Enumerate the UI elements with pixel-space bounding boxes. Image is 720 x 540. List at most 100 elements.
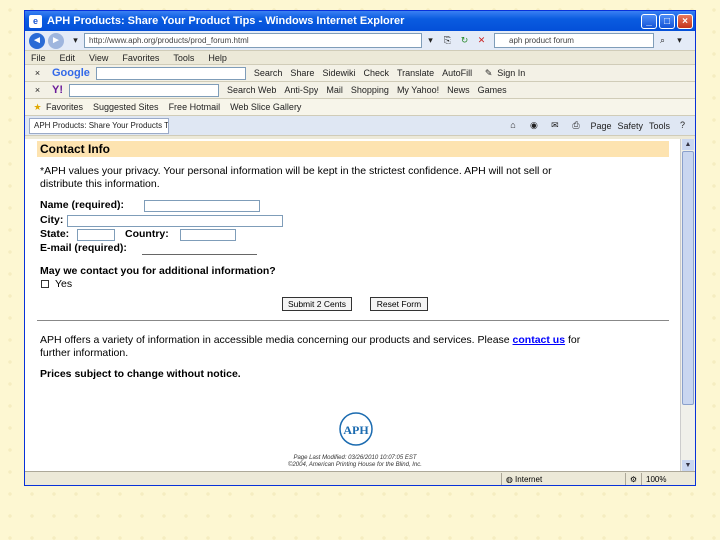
info-text-1-main: APH offers a variety of information in a… bbox=[40, 334, 510, 346]
page-menu[interactable]: Page bbox=[590, 121, 611, 131]
home-icon[interactable]: ⌂ bbox=[506, 119, 519, 132]
google-logo: Google bbox=[52, 67, 90, 79]
privacy-text-1: *APH values your privacy. Your personal … bbox=[40, 165, 552, 177]
print-icon[interactable]: ⎙ bbox=[569, 119, 582, 132]
yahoo-antispy-button[interactable]: Anti-Spy bbox=[284, 85, 318, 95]
yahoo-news-button[interactable]: News bbox=[447, 85, 470, 95]
mail-icon[interactable]: ✉ bbox=[548, 119, 561, 132]
logo-text: APH bbox=[343, 423, 369, 437]
name-field[interactable] bbox=[144, 200, 260, 212]
free-hotmail-link[interactable]: Free Hotmail bbox=[169, 102, 221, 112]
name-label: Name (required): bbox=[40, 199, 125, 211]
google-autofill-button[interactable]: AutoFill bbox=[442, 68, 472, 78]
dropdown-arrow-icon[interactable]: ▾ bbox=[69, 34, 82, 47]
menu-bar: File Edit View Favorites Tools Help bbox=[25, 51, 695, 65]
google-check-button[interactable]: Check bbox=[363, 68, 389, 78]
help-icon[interactable]: ? bbox=[676, 119, 689, 132]
globe-icon: ◍ bbox=[505, 474, 513, 484]
info-text-1: APH offers a variety of information in a… bbox=[40, 334, 580, 347]
google-search-input[interactable] bbox=[95, 66, 246, 80]
yahoo-toolbar: × Y! Search Web Anti-Spy Mail Shopping M… bbox=[25, 82, 695, 99]
refresh-icon[interactable]: ↻ bbox=[458, 34, 471, 47]
protected-mode-icon[interactable]: ⚙ bbox=[624, 472, 641, 485]
yes-label: Yes bbox=[55, 278, 73, 290]
close-toolbar-icon[interactable]: × bbox=[31, 84, 44, 97]
zoom-level[interactable]: 100% bbox=[641, 472, 695, 485]
contact-question: May we contact you for additional inform… bbox=[40, 265, 276, 277]
star-icon: ★ bbox=[33, 101, 42, 112]
stop-icon[interactable]: ✕ bbox=[475, 34, 488, 47]
state-label: State: bbox=[40, 228, 70, 240]
ie-icon: e bbox=[29, 14, 42, 28]
section-title: Contact Info bbox=[37, 141, 669, 157]
google-translate-button[interactable]: Translate bbox=[397, 68, 434, 78]
google-sidewiki-button[interactable]: Sidewiki bbox=[322, 68, 355, 78]
command-bar: ⌂ ◉ ✉ ⎙ Page Safety Tools ? bbox=[500, 119, 695, 132]
vertical-scrollbar[interactable]: ▲ ▼ bbox=[680, 139, 695, 471]
google-signin-button[interactable]: Sign In bbox=[497, 68, 525, 78]
internet-zone: ◍ Internet bbox=[500, 472, 625, 485]
menu-help[interactable]: Help bbox=[208, 53, 227, 63]
scroll-down-arrow[interactable]: ▼ bbox=[682, 460, 694, 471]
close-button[interactable]: × bbox=[677, 13, 693, 29]
address-dropdown-icon[interactable]: ▾ bbox=[424, 34, 437, 47]
state-field[interactable] bbox=[77, 229, 115, 241]
address-row: ◄ ► ▾ http://www.aph.org/products/prod_f… bbox=[25, 31, 695, 51]
search-icon[interactable]: ⌕ bbox=[656, 34, 669, 47]
close-toolbar-icon[interactable]: × bbox=[31, 67, 44, 80]
maximize-button[interactable]: □ bbox=[659, 13, 675, 29]
menu-edit[interactable]: Edit bbox=[60, 53, 76, 63]
forward-button[interactable]: ► bbox=[48, 32, 64, 49]
yes-checkbox[interactable] bbox=[41, 280, 49, 288]
google-toolbar: × Google Search Share Sidewiki Check Tra… bbox=[25, 65, 695, 82]
email-label: E-mail (required): bbox=[40, 242, 127, 254]
info-text-1-end: for bbox=[567, 334, 581, 346]
wrench-icon[interactable]: ✎ bbox=[482, 67, 495, 80]
tab-aph-products[interactable]: APH Products: Share Your Products Tips bbox=[29, 117, 169, 134]
tools-menu[interactable]: Tools bbox=[649, 121, 670, 131]
divider bbox=[37, 320, 669, 321]
zone-label: Internet bbox=[515, 474, 543, 484]
email-field[interactable] bbox=[142, 254, 257, 255]
suggested-sites-link[interactable]: Suggested Sites bbox=[93, 102, 159, 112]
copyright: ©2004, American Printing House for the B… bbox=[288, 462, 422, 468]
search-input[interactable]: aph product forum bbox=[494, 33, 654, 48]
google-search-button[interactable]: Search bbox=[254, 68, 283, 78]
menu-file[interactable]: File bbox=[31, 53, 46, 63]
yahoo-games-button[interactable]: Games bbox=[478, 85, 507, 95]
yahoo-mail-button[interactable]: Mail bbox=[326, 85, 343, 95]
last-modified: Page Last Modified: 03/26/2010 10:07:05 … bbox=[293, 455, 417, 461]
submit-button[interactable]: Submit 2 Cents bbox=[282, 297, 352, 311]
compatibility-icon[interactable]: ⎘ bbox=[441, 34, 454, 47]
yahoo-myyahoo-button[interactable]: My Yahoo! bbox=[397, 85, 439, 95]
feeds-icon[interactable]: ◉ bbox=[527, 119, 540, 132]
status-bar: ◍ Internet ⚙ 100% bbox=[25, 471, 695, 486]
scroll-up-arrow[interactable]: ▲ bbox=[682, 139, 694, 150]
yahoo-search-input[interactable] bbox=[69, 83, 219, 97]
menu-view[interactable]: View bbox=[89, 53, 108, 63]
minimize-button[interactable]: _ bbox=[641, 13, 657, 29]
yahoo-logo: Y! bbox=[52, 84, 63, 96]
scroll-thumb[interactable] bbox=[682, 151, 694, 405]
search-options-icon[interactable]: ▾ bbox=[673, 34, 686, 47]
favorites-bar: ★ Favorites Suggested Sites Free Hotmail… bbox=[25, 99, 695, 116]
browser-window: e APH Products: Share Your Product Tips … bbox=[24, 10, 696, 486]
google-share-button[interactable]: Share bbox=[290, 68, 314, 78]
city-field[interactable] bbox=[67, 215, 283, 227]
web-slice-gallery-link[interactable]: Web Slice Gallery bbox=[230, 102, 301, 112]
yahoo-search-web-button[interactable]: Search Web bbox=[227, 85, 276, 95]
country-field[interactable] bbox=[180, 229, 236, 241]
menu-favorites[interactable]: Favorites bbox=[122, 53, 159, 63]
window-title: APH Products: Share Your Product Tips - … bbox=[47, 15, 405, 27]
yahoo-shopping-button[interactable]: Shopping bbox=[351, 85, 389, 95]
info-text-3: further information. bbox=[40, 347, 129, 359]
back-button[interactable]: ◄ bbox=[29, 32, 45, 49]
address-input[interactable]: http://www.aph.org/products/prod_forum.h… bbox=[84, 33, 422, 48]
contact-us-link[interactable]: contact us bbox=[513, 334, 566, 346]
status-text bbox=[25, 473, 501, 486]
reset-button[interactable]: Reset Form bbox=[370, 297, 428, 311]
favorites-button[interactable]: Favorites bbox=[46, 102, 83, 112]
menu-tools[interactable]: Tools bbox=[173, 53, 194, 63]
title-bar: e APH Products: Share Your Product Tips … bbox=[25, 11, 695, 31]
safety-menu[interactable]: Safety bbox=[617, 121, 643, 131]
